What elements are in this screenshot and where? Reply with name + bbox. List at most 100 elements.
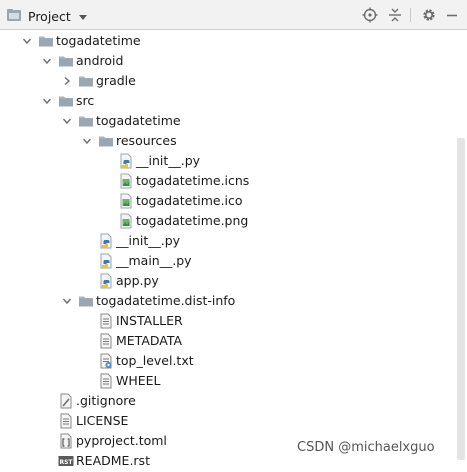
tree-row[interactable]: app.py [80,271,159,291]
tree-row[interactable]: src [40,91,94,111]
minimize-icon[interactable] [443,6,461,24]
project-tree[interactable]: togadatetime android gradle src togadatetime… [0,30,467,468]
tree-item-label: .gitignore [76,393,136,408]
tree-item-label: top_level.txt [116,353,194,368]
chevron-down-icon[interactable] [40,51,54,71]
tree-item-label: __main__.py [116,253,192,268]
tree-item-label: README.rst [76,453,150,468]
text-file-icon [98,373,114,389]
tree-row[interactable]: togadatetime.ico [100,191,243,211]
panel-title: Project [28,9,71,24]
tree-row[interactable]: togadatetime.dist-info [60,291,235,311]
vertical-scrollbar[interactable] [457,138,465,460]
tree-item-label: togadatetime.dist-info [96,293,236,308]
tree-row[interactable]: android [40,51,123,71]
rst-file-icon: RST [58,453,74,469]
folder-icon [58,53,74,69]
chevron-right-icon[interactable] [60,71,74,91]
project-view-selector[interactable]: Project [6,7,88,26]
tree-item-label: togadatetime [96,113,181,128]
chevron-down-icon[interactable] [20,31,34,51]
tree-row[interactable]: gradle [60,71,136,91]
folder-icon [98,133,114,149]
tree-item-label: METADATA [116,333,183,348]
tree-item-label: src [76,93,95,108]
python-file-icon [118,153,134,169]
tree-row[interactable]: INSTALLER [80,311,183,331]
tree-row[interactable]: RST README.rst [40,451,150,471]
tree-row[interactable]: LICENSE [40,411,128,431]
image-file-icon [118,173,134,189]
chevron-down-icon[interactable] [60,291,74,311]
folder-icon [78,73,94,89]
tree-row[interactable]: .gitignore [40,391,136,411]
chevron-down-icon[interactable] [60,111,74,131]
tree-item-label: togadatetime.icns [136,173,250,188]
folder-icon [78,113,94,129]
tree-item-label: pyproject.toml [76,433,167,448]
project-icon [6,7,22,26]
folder-icon [38,33,54,49]
tree-item-label: togadatetime.png [136,213,249,228]
tree-item-label: togadatetime [56,33,141,48]
watermark: CSDN @michaelxguo [297,440,435,455]
tree-row[interactable]: togadatetime.png [100,211,248,231]
tree-row[interactable]: __main__.py [80,251,192,271]
txt-file-icon [98,353,114,369]
tree-item-label: togadatetime.ico [136,193,243,208]
text-file-icon [98,313,114,329]
tree-row[interactable]: WHEEL [80,371,161,391]
chevron-down-icon[interactable] [80,131,94,151]
target-icon[interactable] [361,6,379,24]
text-file-icon [58,413,74,429]
collapse-all-icon[interactable] [386,6,404,24]
tree-item-label: __init__.py [116,233,181,248]
tree-row[interactable]: togadatetime.icns [100,171,249,191]
tree-item-label: android [76,53,124,68]
tree-row[interactable]: __init__.py [80,231,180,251]
tree-item-label: INSTALLER [116,313,183,328]
tree-row[interactable]: top_level.txt [80,351,194,371]
gear-icon[interactable] [420,6,438,24]
tree-item-label: app.py [116,273,159,288]
image-file-icon [118,213,134,229]
folder-icon [78,293,94,309]
tree-item-label: LICENSE [76,413,129,428]
tree-row[interactable]: pyproject.toml [40,431,167,451]
tree-item-label: resources [116,133,177,148]
tree-item-label: WHEEL [116,373,161,388]
tree-row[interactable]: resources [80,131,177,151]
tree-row[interactable]: togadatetime [60,111,181,131]
text-file-icon [98,333,114,349]
chevron-down-icon[interactable] [78,10,88,25]
gitignore-file-icon [58,393,74,409]
tree-item-label: __init__.py [136,153,201,168]
python-file-icon [98,233,114,249]
folder-icon [58,93,74,109]
chevron-down-icon[interactable] [40,91,54,111]
tree-row[interactable]: METADATA [80,331,182,351]
toml-file-icon [58,433,74,449]
tree-item-label: gradle [96,73,136,88]
image-file-icon [118,193,134,209]
svg-text:RST: RST [59,459,73,466]
python-file-icon [98,273,114,289]
tree-row[interactable]: togadatetime [20,31,141,51]
python-file-icon [98,253,114,269]
tree-row[interactable]: __init__.py [100,151,200,171]
